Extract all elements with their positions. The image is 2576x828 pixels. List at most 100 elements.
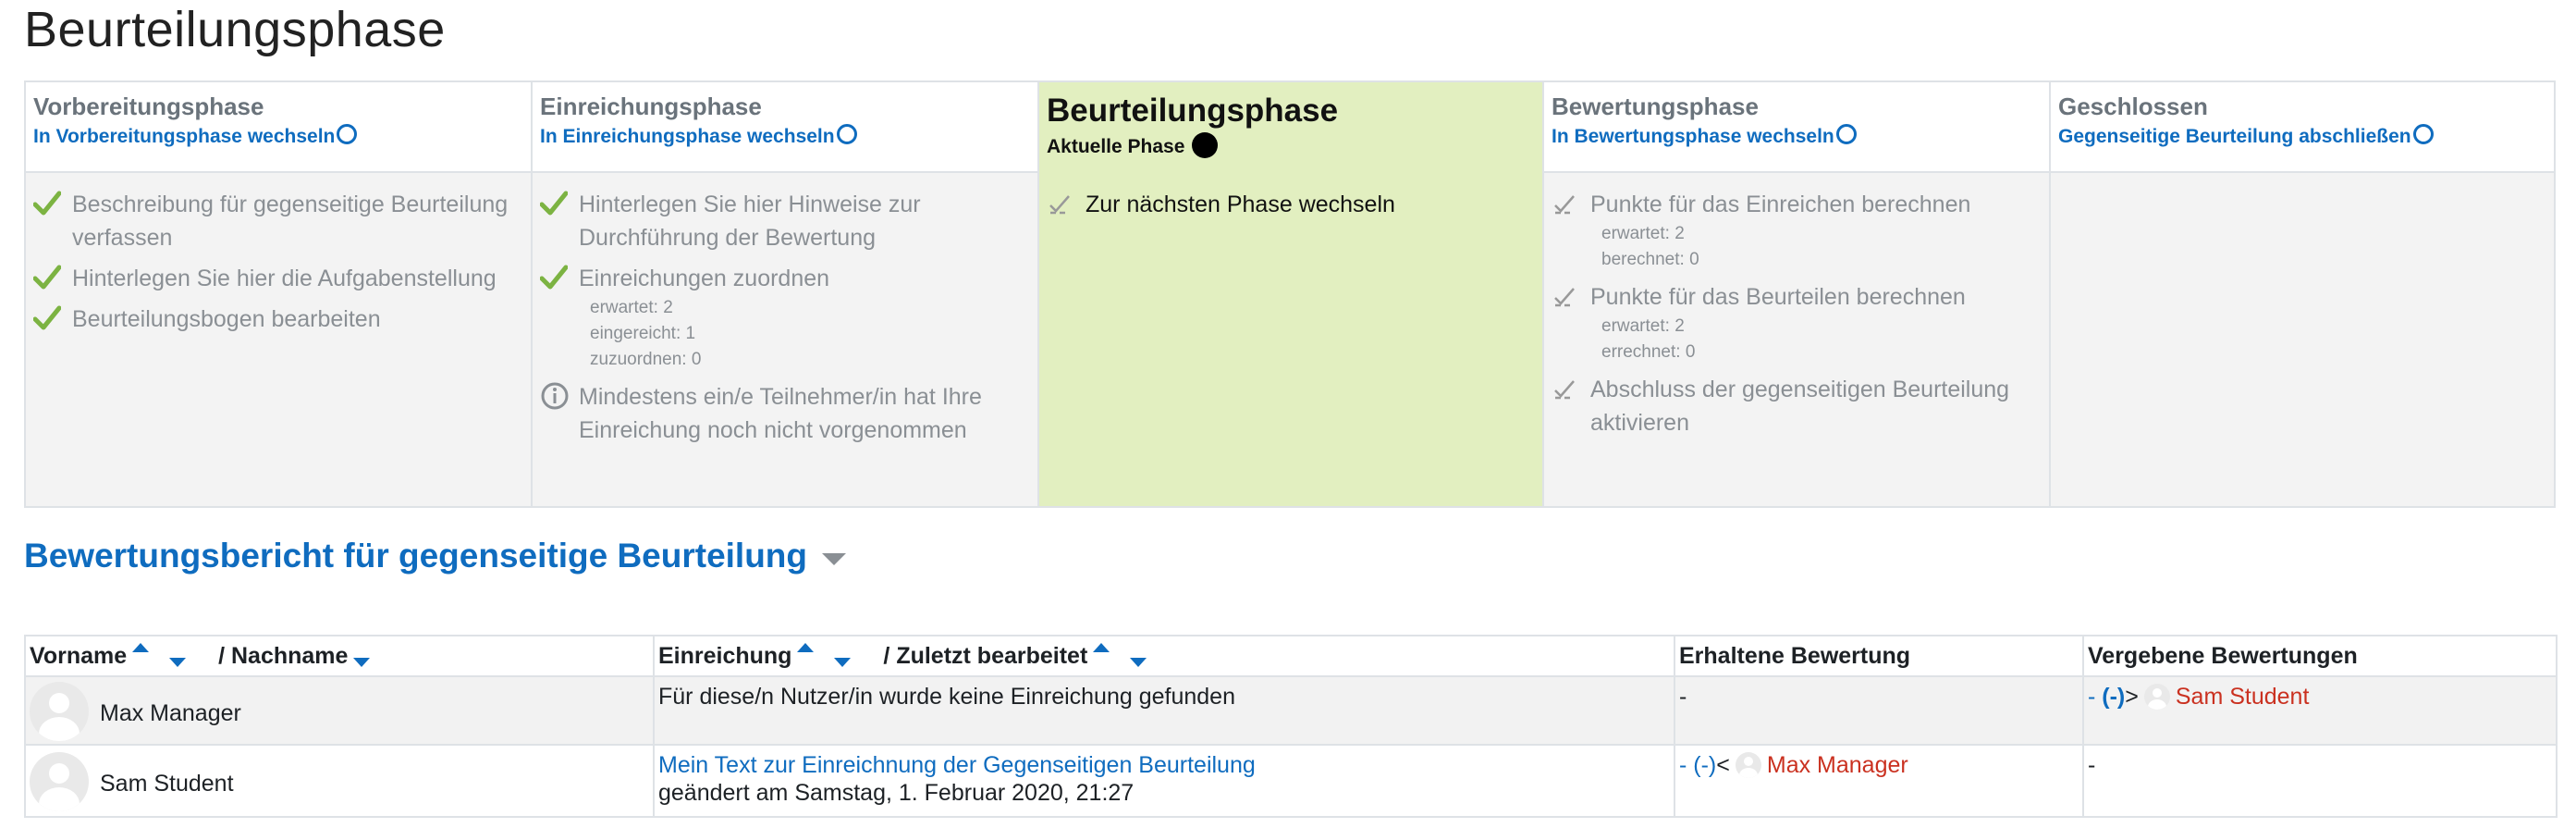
switch-phase-label[interactable]: In Vorbereitungsphase wechseln: [33, 123, 335, 151]
avatar[interactable]: [30, 752, 89, 811]
submission-column-header: Einreichung / Zuletzt bearbeitet: [653, 635, 1675, 677]
table-row: Sam Student Mein Text zur Einreichnung d…: [24, 744, 2558, 818]
sort-desc-icon[interactable]: [834, 657, 852, 667]
sort-desc-icon[interactable]: [169, 657, 187, 667]
grade-value: -: [1679, 752, 1694, 778]
circle-icon[interactable]: [1835, 124, 1857, 144]
todo-check-icon: [1047, 188, 1086, 219]
task-detail: erwartet: 2: [1601, 224, 1685, 243]
task-item: Beschreibung für gegenseitige Beurteilun…: [33, 188, 523, 254]
task-detail: zuzuordnen: 0: [590, 350, 702, 369]
received-cell: - (-)< Max Manager: [1674, 744, 2084, 818]
phase-preparation: Vorbereitungsphase In Vorbereitungsphase…: [26, 82, 533, 506]
task-item: Einreichungen zuordnen erwartet: 2 einge…: [540, 262, 1030, 373]
current-phase-label: Aktuelle Phase: [1047, 132, 1219, 162]
given-cell: -: [2082, 744, 2558, 818]
given-column-header: Vergebene Bewertungen: [2082, 635, 2558, 677]
info-icon: [540, 380, 579, 412]
task-item: Beurteilungsbogen bearbeiten: [33, 303, 523, 336]
grading-report-table: Vorname / Nachname Einreichung / Zuletzt…: [24, 635, 2558, 818]
table-header-row: Vorname / Nachname Einreichung / Zuletzt…: [24, 635, 2558, 677]
todo-check-icon: [1552, 280, 1590, 312]
sort-desc-icon[interactable]: [1130, 657, 1147, 667]
phase-closed: Geschlossen Gegenseitige Beurteilung abs…: [2051, 82, 2554, 506]
direction-arrow: >: [2125, 684, 2139, 710]
task-text: Hinterlegen Sie hier Hinweise zur Durchf…: [579, 192, 921, 251]
reviewee-name[interactable]: Sam Student: [2176, 684, 2310, 710]
task-item: Punkte für das Einreichen berechnen erwa…: [1552, 188, 2042, 273]
sort-lastname-link[interactable]: / Nachname: [218, 643, 348, 669]
avatar[interactable]: [1735, 752, 1761, 778]
task-detail: eingereicht: 1: [590, 324, 696, 343]
sort-asc-icon[interactable]: [1093, 642, 1110, 652]
task-item: Abschluss der gegenseitigen Beurteilung …: [1552, 373, 2042, 439]
name-column-header: Vorname / Nachname: [24, 635, 655, 677]
circle-icon[interactable]: [2412, 124, 2434, 144]
switch-phase-label[interactable]: In Bewertungsphase wechseln: [1552, 123, 1834, 151]
phase-evaluation: Bewertungsphase In Bewertungsphase wechs…: [1544, 82, 2051, 506]
received-column-header: Erhaltene Bewertung: [1674, 635, 2084, 677]
given-grade: -: [2088, 752, 2096, 778]
submission-modified-date: geändert am Samstag, 1. Februar 2020, 21…: [658, 780, 1135, 806]
task-detail: erwartet: 2: [1601, 316, 1685, 336]
next-phase-link[interactable]: Zur nächsten Phase wechseln: [1086, 188, 1395, 221]
avatar[interactable]: [2143, 684, 2170, 710]
current-phase-dot-icon: [1192, 132, 1219, 158]
task-item[interactable]: Zur nächsten Phase wechseln: [1047, 188, 1535, 221]
switch-phase-link[interactable]: In Bewertungsphase wechseln: [1552, 123, 1857, 151]
report-title[interactable]: Bewertungsbericht für gegenseitige Beurt…: [24, 533, 807, 579]
switch-phase-link[interactable]: Gegenseitige Beurteilung abschließen: [2058, 123, 2434, 151]
switch-phase-label[interactable]: Gegenseitige Beurteilung abschließen: [2058, 123, 2411, 151]
task-detail: erwartet: 2: [590, 298, 673, 317]
received-grade: -: [1679, 684, 1687, 710]
todo-check-icon: [1552, 373, 1590, 404]
circle-icon[interactable]: [337, 124, 358, 144]
circle-icon[interactable]: [836, 124, 857, 144]
task-text: Punkte für das Beurteilen berechnen: [1590, 284, 1966, 310]
phase-title: Geschlossen: [2058, 93, 2208, 120]
page-title: Beurteilungsphase: [24, 2, 446, 57]
sort-firstname-link[interactable]: Vorname: [30, 643, 127, 669]
phase-planner: Vorbereitungsphase In Vorbereitungsphase…: [24, 80, 2556, 508]
submission-cell: Für diese/n Nutzer/in wurde keine Einrei…: [653, 675, 1675, 746]
reviewer-name[interactable]: Max Manager: [1767, 752, 1908, 778]
switch-phase-label[interactable]: In Einreichungsphase wechseln: [540, 123, 835, 151]
sort-asc-icon[interactable]: [797, 642, 815, 652]
table-row: Max Manager Für diese/n Nutzer/in wurde …: [24, 675, 2558, 746]
task-detail: berechnet: 0: [1601, 250, 1699, 269]
report-heading[interactable]: Bewertungsbericht für gegenseitige Beurt…: [24, 533, 847, 579]
submission-cell: Mein Text zur Einreichnung der Gegenseit…: [653, 744, 1675, 818]
grade-value: -: [2088, 684, 2103, 710]
received-cell: -: [1674, 675, 2084, 746]
switch-phase-link[interactable]: In Einreichungsphase wechseln: [540, 123, 857, 151]
task-text: Beschreibung für gegenseitige Beurteilun…: [72, 192, 509, 251]
checkmark-icon: [540, 262, 579, 293]
switch-phase-link[interactable]: In Vorbereitungsphase wechseln: [33, 123, 358, 151]
phase-submission: Einreichungsphase In Einreichungsphase w…: [533, 82, 1039, 506]
task-text: Beurteilungsbogen bearbeiten: [72, 306, 381, 332]
avatar[interactable]: [30, 682, 89, 741]
participant-name[interactable]: Max Manager: [100, 699, 241, 727]
task-item: Hinterlegen Sie hier die Aufgabenstellun…: [33, 262, 523, 295]
participant-name[interactable]: Sam Student: [100, 770, 234, 797]
task-text: Einreichungen zuordnen: [579, 266, 830, 291]
task-item: Punkte für das Beurteilen berechnen erwa…: [1552, 280, 2042, 365]
checkmark-icon: [33, 262, 72, 293]
sort-submission-link[interactable]: Einreichung: [658, 643, 791, 669]
phase-assessment: Beurteilungsphase Aktuelle Phase Zur näc…: [1039, 82, 1544, 506]
phase-title: Vorbereitungsphase: [33, 93, 264, 120]
grade-over-value: (-): [2102, 684, 2126, 710]
sort-desc-icon[interactable]: [353, 657, 371, 667]
sort-asc-icon[interactable]: [132, 642, 150, 652]
submission-link[interactable]: Mein Text zur Einreichnung der Gegenseit…: [658, 751, 1670, 779]
checkmark-icon: [540, 188, 579, 219]
task-item: Hinterlegen Sie hier Hinweise zur Durchf…: [540, 188, 1030, 254]
participant-cell: Max Manager: [24, 675, 655, 746]
task-detail: errechnet: 0: [1601, 342, 1696, 362]
sort-lastmodified-link[interactable]: / Zuletzt bearbeitet: [883, 643, 1087, 669]
task-text: Mindestens ein/e Teilnehmer/in hat Ihre …: [579, 384, 982, 443]
collapse-caret-icon[interactable]: [822, 552, 847, 565]
todo-check-icon: [1552, 188, 1590, 219]
no-submission-text: Für diese/n Nutzer/in wurde keine Einrei…: [658, 684, 1235, 710]
participant-cell: Sam Student: [24, 744, 655, 818]
